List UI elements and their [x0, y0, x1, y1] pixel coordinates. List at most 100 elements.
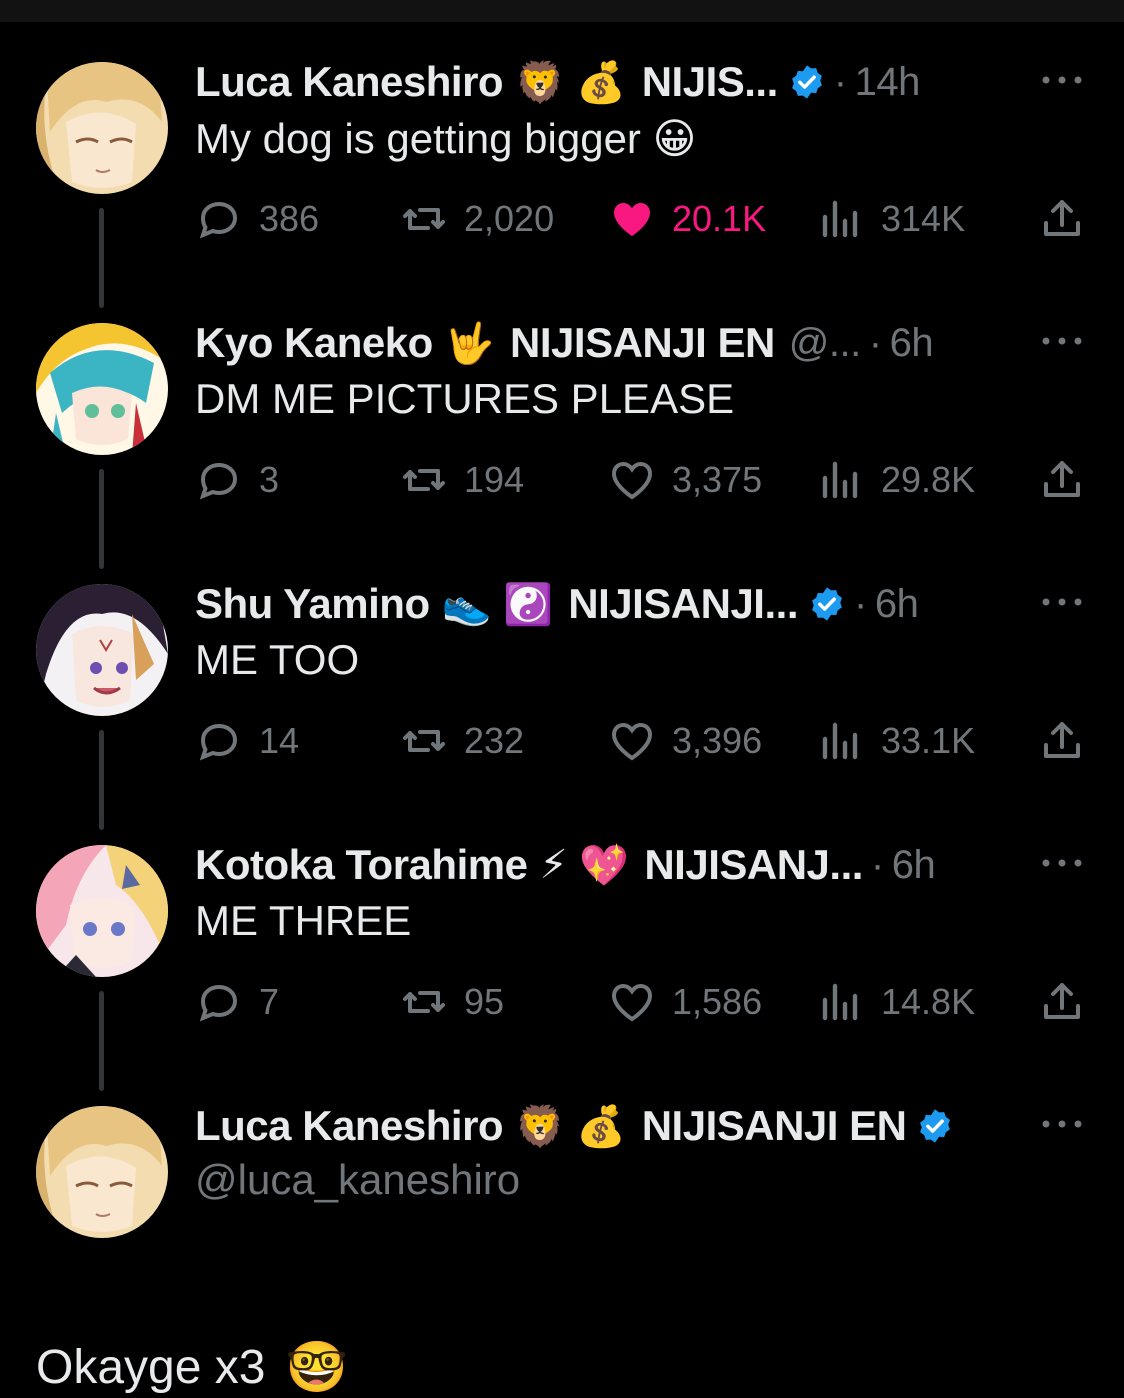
share-button[interactable]: [1038, 455, 1086, 505]
like-button[interactable]: 1,586: [608, 977, 762, 1027]
tweet[interactable]: Shu Yamino 👟 ☯️ NIJISANJI... · 6h ME TOO…: [0, 544, 1124, 830]
more-options-icon[interactable]: [1040, 592, 1084, 612]
share-button[interactable]: [1038, 716, 1086, 766]
tweet-header: Shu Yamino 👟 ☯️ NIJISANJI... · 6h: [195, 578, 1015, 630]
lightning-emoji-icon: ⚡: [539, 842, 568, 888]
affiliation-label: NIJISANJI EN: [641, 1102, 907, 1149]
view-count: 33.1K: [881, 720, 976, 761]
retweet-icon: [403, 208, 445, 230]
like-button[interactable]: 20.1K: [608, 194, 766, 244]
like-count: 3,375: [672, 459, 763, 500]
separator-dot: ·: [870, 842, 884, 887]
heart-filled-icon: [614, 203, 650, 236]
separator-dot: ·: [854, 581, 867, 626]
display-name[interactable]: Shu Yamino: [195, 580, 430, 628]
more-options-icon[interactable]: [1040, 331, 1084, 351]
yin-yang-emoji-icon: ☯️: [502, 581, 553, 628]
reply-count: 7: [259, 981, 280, 1022]
reply-button[interactable]: 386: [195, 194, 319, 244]
reply-button[interactable]: 3: [195, 455, 279, 505]
nerd-face-emoji-icon: 🤓: [285, 1338, 348, 1396]
money-bag-emoji-icon: 💰: [576, 59, 626, 106]
more-options-icon[interactable]: [1040, 70, 1084, 90]
retweet-icon: [403, 469, 445, 491]
tweet-actions: 14 232 3,396 33.1K: [195, 716, 1095, 766]
reply-button[interactable]: 7: [195, 977, 279, 1027]
reply-count: 386: [259, 198, 320, 239]
like-count: 20.1K: [672, 198, 767, 239]
reply-button[interactable]: 14: [195, 716, 299, 766]
money-bag-emoji-icon: 💰: [576, 1103, 626, 1150]
like-button[interactable]: 3,396: [608, 716, 762, 766]
affiliation-label: NIJISANJI...: [568, 580, 798, 627]
affiliation-label: NIJIS...: [641, 58, 779, 105]
retweet-button[interactable]: 194: [400, 455, 524, 505]
share-button[interactable]: [1038, 194, 1086, 244]
retweet-count: 2,020: [464, 198, 555, 239]
tweet-header: Luca Kaneshiro 🦁 💰 NIJIS... · 14h: [195, 56, 1015, 108]
tweet-actions: 3 194 3,375 29.8K: [195, 455, 1095, 505]
retweet-count: 95: [464, 981, 505, 1022]
focused-tweet[interactable]: Luca Kaneshiro 🦁 💰 NIJISANJI EN @luca_ka…: [0, 1066, 1124, 1398]
heart-icon: [611, 983, 653, 1022]
tweet-text: ME TOO: [195, 636, 360, 683]
analytics-icon: [822, 983, 858, 1021]
share-icon: [1044, 461, 1080, 497]
retweet-button[interactable]: 95: [400, 977, 504, 1027]
like-count: 1,586: [672, 981, 763, 1022]
tweet-text: ME THREE: [195, 897, 412, 944]
display-name[interactable]: Kyo Kaneko: [195, 319, 433, 367]
retweet-button[interactable]: 2,020: [400, 194, 554, 244]
analytics-icon: [822, 722, 858, 760]
avatar[interactable]: [36, 1106, 168, 1238]
tweet-actions: 7 95 1,586 14.8K: [195, 977, 1095, 1027]
reply-icon: [199, 723, 238, 761]
lion-emoji-icon: 🦁: [515, 1103, 565, 1150]
display-name[interactable]: Kotoka Torahime: [195, 841, 528, 889]
tweet[interactable]: Kotoka Torahime ⚡ 💖 NIJISANJ... · 6h ME …: [0, 805, 1124, 1091]
lion-emoji-icon: 🦁: [515, 59, 565, 106]
tweet-header: Kyo Kaneko 🤟 NIJISANJI EN @... · 6h: [195, 317, 1015, 369]
more-options-icon[interactable]: [1040, 853, 1084, 873]
status-bar: [0, 0, 1124, 22]
more-options-icon[interactable]: [1040, 1114, 1084, 1134]
reply-count: 3: [259, 459, 280, 500]
views-button[interactable]: 33.1K: [817, 716, 975, 766]
sparkling-heart-emoji-icon: 💖: [579, 842, 629, 889]
display-name[interactable]: Luca Kaneshiro: [195, 1102, 504, 1150]
tweet[interactable]: Kyo Kaneko 🤟 NIJISANJI EN @... · 6h DM M…: [0, 283, 1124, 569]
analytics-icon: [822, 461, 858, 499]
display-name[interactable]: Luca Kaneshiro: [195, 58, 504, 106]
like-button[interactable]: 3,375: [608, 455, 762, 505]
heart-icon: [611, 722, 653, 761]
views-button[interactable]: 29.8K: [817, 455, 975, 505]
tweet[interactable]: Luca Kaneshiro 🦁 💰 NIJIS... · 14h My dog…: [0, 22, 1124, 308]
reply-count: 14: [259, 720, 300, 761]
timestamp[interactable]: 6h: [892, 843, 936, 888]
separator-dot: ·: [833, 59, 847, 104]
views-button[interactable]: 14.8K: [817, 977, 975, 1027]
avatar[interactable]: [36, 323, 168, 455]
retweet-icon: [403, 991, 445, 1013]
tweet-header: Luca Kaneshiro 🦁 💰 NIJISANJI EN: [195, 1100, 1015, 1152]
timestamp[interactable]: 6h: [875, 582, 919, 627]
views-button[interactable]: 314K: [817, 194, 965, 244]
avatar[interactable]: [36, 62, 168, 194]
avatar[interactable]: [36, 845, 168, 977]
affiliation-label: NIJISANJI EN: [510, 319, 775, 366]
heart-icon: [611, 461, 653, 500]
retweet-button[interactable]: 232: [400, 716, 524, 766]
timestamp[interactable]: 14h: [855, 60, 921, 105]
timestamp[interactable]: 6h: [890, 321, 934, 366]
avatar[interactable]: [36, 584, 168, 716]
username[interactable]: @luca_kaneshiro: [195, 1156, 520, 1204]
tweet-actions: 386 2,020 20.1K 314K: [195, 194, 1095, 244]
username[interactable]: @...: [789, 321, 861, 366]
like-count: 3,396: [672, 720, 763, 761]
share-icon: [1044, 722, 1080, 758]
affiliation-label: NIJISANJ...: [644, 841, 863, 888]
view-count: 314K: [881, 198, 966, 239]
tweet-body: Okayge x3: [36, 1341, 266, 1394]
verified-badge-icon: [812, 587, 842, 621]
share-button[interactable]: [1038, 977, 1086, 1027]
